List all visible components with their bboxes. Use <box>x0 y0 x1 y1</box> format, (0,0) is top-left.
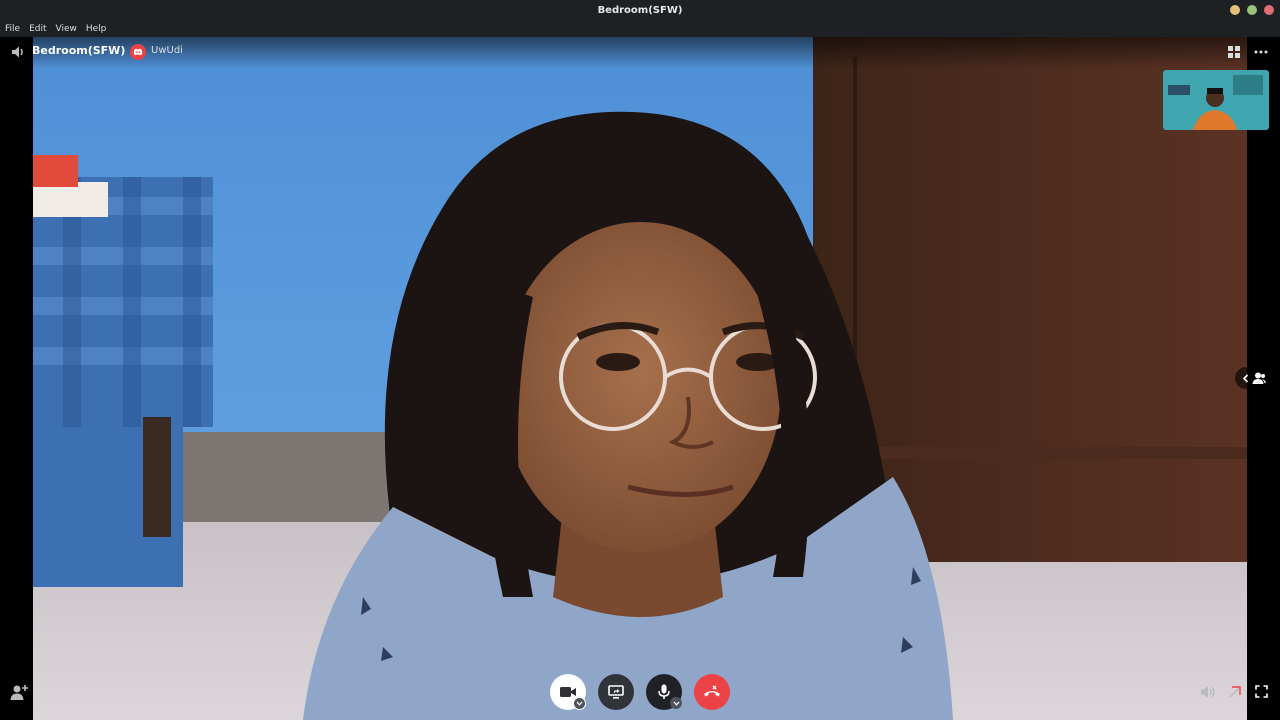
call-header: Bedroom(SFW) UwUdi <box>0 37 1280 69</box>
chevron-left-icon <box>1242 373 1249 383</box>
discord-icon <box>130 44 146 60</box>
people-icon <box>1252 372 1266 384</box>
screen-share-button[interactable] <box>598 674 634 710</box>
camera-options-chevron[interactable] <box>573 697 586 710</box>
menu-bar: File Edit View Help <box>0 20 1280 37</box>
invite-user-icon[interactable] <box>10 684 28 700</box>
microphone-icon <box>658 684 670 699</box>
screen-share-icon <box>608 685 624 699</box>
menu-edit[interactable]: Edit <box>29 24 46 34</box>
chevron-down-icon <box>576 701 583 706</box>
video-camera-icon <box>560 687 576 697</box>
grid-view-icon[interactable] <box>1228 46 1240 58</box>
volume-icon[interactable] <box>1200 685 1216 699</box>
window-controls <box>1230 5 1274 15</box>
menu-view[interactable]: View <box>56 24 77 34</box>
member-list-toggle[interactable] <box>1235 367 1273 389</box>
menu-file[interactable]: File <box>5 24 20 34</box>
main-video-feed[interactable] <box>33 37 1247 720</box>
menu-help[interactable]: Help <box>86 24 107 34</box>
speaker-icon <box>12 46 23 58</box>
close-button[interactable] <box>1264 5 1274 15</box>
phone-hangup-icon <box>704 685 720 697</box>
title-bar: Bedroom(SFW) <box>0 0 1280 20</box>
disconnect-button[interactable] <box>694 674 730 710</box>
call-controls <box>0 674 1280 710</box>
chevron-down-icon <box>673 701 679 706</box>
maximize-button[interactable] <box>1247 5 1257 15</box>
server-name[interactable]: UwUdi <box>151 45 183 56</box>
more-options-icon[interactable] <box>1254 46 1268 58</box>
channel-name[interactable]: Bedroom(SFW) <box>32 44 125 57</box>
self-video-preview[interactable] <box>1163 70 1269 130</box>
popout-icon[interactable] <box>1228 685 1242 699</box>
minimize-button[interactable] <box>1230 5 1240 15</box>
fullscreen-icon[interactable] <box>1255 685 1268 698</box>
call-area: Bedroom(SFW) UwUdi <box>0 37 1280 720</box>
mic-options-chevron[interactable] <box>670 697 682 709</box>
window-title: Bedroom(SFW) <box>597 4 683 16</box>
video-frame <box>33 37 1247 720</box>
